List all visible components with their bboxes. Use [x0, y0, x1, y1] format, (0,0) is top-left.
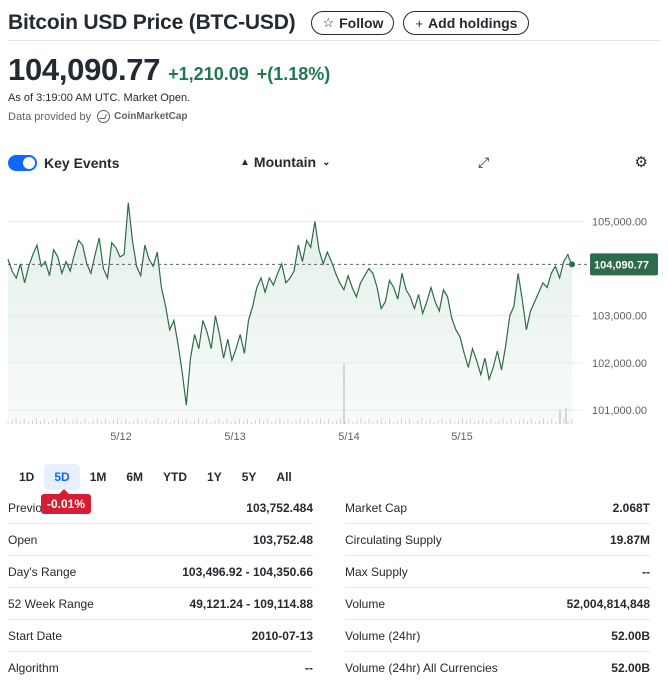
price-chart[interactable]: 105,000.00104,000.00103,000.00102,000.00…: [0, 198, 668, 448]
stat-value: 19.87M: [609, 532, 650, 547]
current-price: 104,090.77: [8, 52, 161, 87]
stats-right-column: Market Cap 2.068T Circulating Supply 19.87M…: [345, 492, 650, 680]
expand-icon[interactable]: ⤢: [478, 154, 489, 171]
stat-row: Volume 52,004,814,848: [345, 588, 650, 620]
y-tick-label: 101,000.00: [592, 405, 647, 417]
range-tab-5d[interactable]: 5D: [44, 464, 80, 490]
stat-row: Day's Range 103,496.92 - 104,350.66: [8, 556, 313, 588]
stat-value: 52,004,814,848: [566, 596, 650, 611]
quote-header: Bitcoin USD Price (BTC-USD) ☆ Follow + A…: [8, 6, 660, 40]
toggle-knob: [23, 157, 35, 169]
current-price-label: 104,090.77: [594, 259, 649, 271]
mountain-icon: ▲: [240, 156, 250, 168]
chart-svg[interactable]: 105,000.00104,000.00103,000.00102,000.00…: [0, 198, 668, 448]
stat-row: Circulating Supply 19.87M: [345, 524, 650, 556]
stat-label: Open: [8, 532, 38, 547]
stat-value: 52.00B: [611, 628, 650, 643]
stat-value: --: [642, 564, 650, 579]
x-tick-label: 5/15: [451, 431, 472, 443]
range-tab-6m[interactable]: 6M: [116, 464, 153, 490]
stat-value: --: [305, 660, 313, 675]
stats-left-column: Previous Close103,752.484Open103,752.48D…: [8, 492, 313, 680]
current-price-dot: [569, 261, 575, 268]
stat-label: Market Cap: [345, 500, 408, 515]
key-events-toggle[interactable]: [8, 155, 37, 171]
stat-row: Max Supply --: [345, 556, 650, 588]
provided-by-label: Data provided by: [8, 110, 92, 123]
star-icon: ☆: [322, 15, 335, 30]
stat-row: Algorithm --: [8, 652, 313, 680]
chart-type-dropdown[interactable]: ▲ Mountain ⌄: [240, 154, 331, 170]
follow-label: Follow: [339, 15, 384, 31]
stat-value: 103,752.484: [246, 500, 313, 515]
follow-button[interactable]: ☆ Follow: [311, 11, 395, 35]
range-tab-1m[interactable]: 1M: [80, 464, 117, 490]
y-tick-label: 102,000.00: [592, 358, 647, 370]
range-tab-1y[interactable]: 1Y: [197, 464, 232, 490]
header-divider: [8, 40, 660, 41]
x-tick-label: 5/12: [110, 431, 131, 443]
quote-statistics: Previous Close103,752.484Open103,752.48D…: [8, 492, 650, 680]
chart-toolbar: Key Events ▲ Mountain ⌄ ⤢ ⚙: [8, 152, 648, 174]
price-change: +1,210.09: [168, 64, 249, 84]
stat-label: Circulating Supply: [345, 532, 442, 547]
stat-row: 52 Week Range 49,121.24 - 109,114.88: [8, 588, 313, 620]
chevron-down-icon: ⌄: [322, 156, 331, 168]
price-row: 104,090.77 +1,210.09 +(1.18%): [8, 52, 330, 88]
x-tick-label: 5/14: [338, 431, 359, 443]
provider-name[interactable]: CoinMarketCap: [114, 111, 187, 122]
x-tick-label: 5/13: [224, 431, 245, 443]
stat-value: 52.00B: [611, 660, 650, 675]
stat-label: Volume: [345, 596, 386, 611]
stat-label: 52 Week Range: [8, 596, 94, 611]
stat-label: Start Date: [8, 628, 63, 643]
range-tab-5y[interactable]: 5Y: [232, 464, 267, 490]
change-tooltip: -0.01%: [41, 489, 92, 514]
stat-value: 103,496.92 - 104,350.66: [182, 564, 313, 579]
data-provider: Data provided by CoinMarketCap: [8, 110, 188, 123]
stat-row: Volume (24hr) All Currencies 52.00B: [345, 652, 650, 680]
range-tabs: 1D 5D 1M 6M YTD 1Y 5Y All: [8, 464, 302, 490]
range-tab-ytd[interactable]: YTD: [153, 464, 197, 490]
range-tab-1d[interactable]: 1D: [8, 464, 44, 490]
stat-label: Volume (24hr) All Currencies: [345, 660, 498, 675]
stat-value: 103,752.48: [252, 532, 313, 547]
market-timestamp: As of 3:19:00 AM UTC. Market Open.: [8, 92, 191, 104]
key-events-label[interactable]: Key Events: [44, 155, 119, 171]
range-tab-all[interactable]: All: [266, 464, 301, 490]
y-tick-label: 105,000.00: [592, 217, 647, 229]
coinmarketcap-logo-icon: [97, 110, 111, 123]
add-holdings-button[interactable]: + Add holdings: [403, 11, 530, 35]
stat-label: Day's Range: [8, 564, 77, 579]
stat-row: Volume (24hr) 52.00B: [345, 620, 650, 652]
plus-icon: +: [415, 15, 424, 31]
stat-value: 2.068T: [612, 500, 650, 515]
stat-label: Algorithm: [8, 660, 59, 675]
add-holdings-label: Add holdings: [428, 15, 518, 31]
stat-label: Max Supply: [345, 564, 408, 579]
stat-label: Volume (24hr): [345, 628, 421, 643]
stat-row: Open 103,752.48: [8, 524, 313, 556]
area-fill: [8, 202, 572, 424]
price-change-percent: +(1.18%): [256, 64, 331, 84]
y-tick-label: 103,000.00: [592, 311, 647, 323]
chart-type-label: Mountain: [253, 154, 317, 170]
stat-row: Market Cap 2.068T: [345, 492, 650, 524]
stat-row: Start Date 2010-07-13: [8, 620, 313, 652]
page-title: Bitcoin USD Price (BTC-USD): [8, 11, 296, 34]
gear-icon[interactable]: ⚙: [635, 153, 648, 171]
stat-value: 2010-07-13: [251, 628, 313, 643]
stat-value: 49,121.24 - 109,114.88: [189, 596, 313, 611]
